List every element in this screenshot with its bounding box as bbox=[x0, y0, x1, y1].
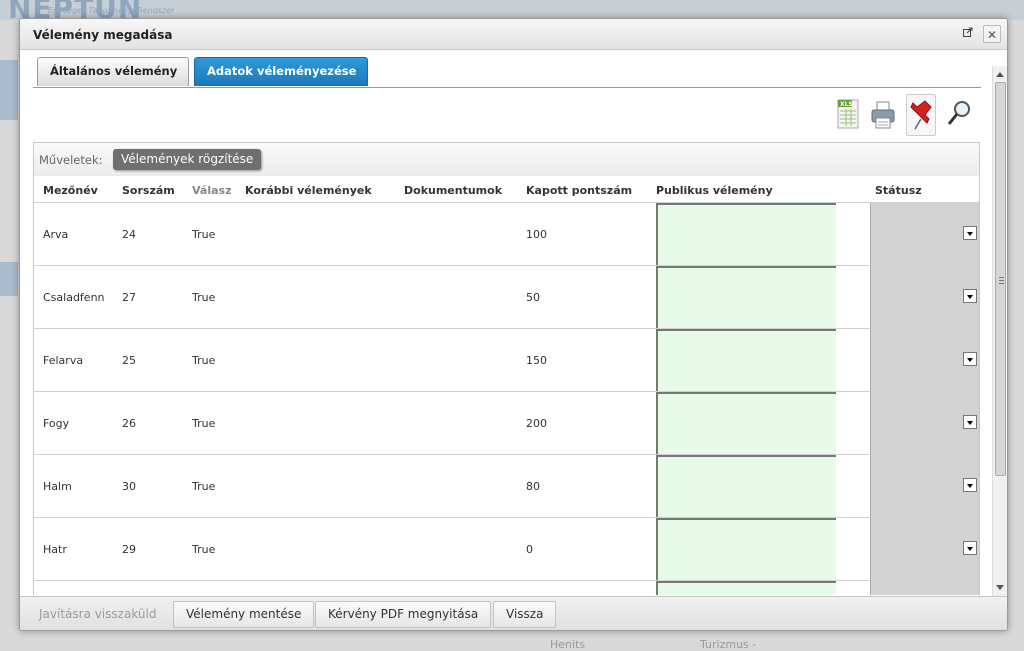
cell-field-name: Halm bbox=[43, 480, 72, 493]
operations-bar: Műveletek: Vélemények rögzítése bbox=[34, 143, 979, 176]
excel-export-icon[interactable]: XLS bbox=[833, 94, 863, 136]
scroll-up-icon[interactable] bbox=[996, 72, 1004, 77]
print-icon[interactable] bbox=[868, 94, 898, 136]
cell-field-name: Arva bbox=[43, 228, 69, 241]
cell-answer: True bbox=[192, 291, 216, 304]
cell-points: 0 bbox=[526, 543, 533, 556]
dialog-body: Általános vélemény Adatok véleményezése … bbox=[20, 50, 994, 595]
column-header-previous[interactable]: Korábbi vélemények bbox=[245, 184, 372, 197]
dialog-footer: Javításra visszaküld Vélemény mentése Ké… bbox=[20, 596, 1007, 630]
dropdown-arrow-icon[interactable] bbox=[963, 478, 977, 492]
neptun-logo-subtitle: Egységes Tanulmányi Rendszer bbox=[48, 6, 175, 15]
popout-icon[interactable] bbox=[959, 25, 977, 43]
table-row bbox=[34, 580, 979, 595]
status-select[interactable] bbox=[870, 518, 979, 580]
dropdown-arrow-icon[interactable] bbox=[963, 289, 977, 303]
cell-field-name: Fogy bbox=[43, 417, 70, 430]
status-select[interactable] bbox=[870, 329, 979, 391]
tab-divider bbox=[33, 87, 981, 88]
send-back-for-correction-button[interactable]: Javításra visszaküld bbox=[26, 601, 169, 628]
column-header-public-opinion[interactable]: Publikus vélemény bbox=[656, 184, 773, 197]
table-row: Hatr 29 True 0 bbox=[34, 517, 979, 580]
status-select[interactable] bbox=[870, 392, 979, 454]
column-header-status[interactable]: Státusz bbox=[875, 184, 922, 197]
background-sidebar-block bbox=[0, 262, 18, 296]
dialog-titlebar: Vélemény megadása ✕ bbox=[20, 19, 1007, 50]
back-button[interactable]: Vissza bbox=[493, 601, 557, 628]
tab-data-review[interactable]: Adatok véleményezése bbox=[194, 57, 368, 86]
cell-serial: 27 bbox=[122, 291, 136, 304]
pin-icon[interactable] bbox=[906, 94, 936, 136]
dialog-title: Vélemény megadása bbox=[33, 28, 173, 42]
cell-serial: 24 bbox=[122, 228, 136, 241]
dialog-scrollbar[interactable] bbox=[992, 66, 1007, 596]
cell-serial: 26 bbox=[122, 417, 136, 430]
table-row: Felarva 25 True 150 bbox=[34, 328, 979, 391]
search-icon[interactable] bbox=[944, 94, 974, 136]
cell-serial: 29 bbox=[122, 543, 136, 556]
public-opinion-input[interactable] bbox=[656, 329, 836, 391]
public-opinion-input[interactable] bbox=[656, 455, 836, 517]
open-pdf-button[interactable]: Kérvény PDF megnyitása bbox=[315, 601, 492, 628]
cell-serial: 30 bbox=[122, 480, 136, 493]
review-grid: Műveletek: Vélemények rögzítése Mezőnév … bbox=[33, 142, 980, 595]
background-header: NEPTUN Egységes Tanulmányi Rendszer bbox=[0, 0, 1024, 25]
status-select[interactable] bbox=[870, 455, 979, 517]
cell-serial: 25 bbox=[122, 354, 136, 367]
background-sidebar-block bbox=[0, 60, 18, 120]
table-row: Fogy 26 True 200 bbox=[34, 391, 979, 454]
public-opinion-input[interactable] bbox=[656, 581, 836, 595]
table-row: Arva 24 True 100 bbox=[34, 202, 979, 265]
cell-points: 200 bbox=[526, 417, 547, 430]
grid-header: Mezőnév Sorszám Válasz Korábbi véleménye… bbox=[34, 176, 979, 202]
cell-answer: True bbox=[192, 543, 216, 556]
svg-text:XLS: XLS bbox=[840, 101, 853, 108]
cell-answer: True bbox=[192, 354, 216, 367]
cell-answer: True bbox=[192, 417, 216, 430]
opinion-dialog: Vélemény megadása ✕ Általános vélemény A… bbox=[19, 18, 1008, 631]
operations-label: Műveletek: bbox=[39, 153, 103, 167]
cell-answer: True bbox=[192, 228, 216, 241]
cell-field-name: Hatr bbox=[43, 543, 67, 556]
column-header-documents[interactable]: Dokumentumok bbox=[404, 184, 502, 197]
scrollbar-thumb[interactable] bbox=[995, 82, 1006, 476]
public-opinion-input[interactable] bbox=[656, 203, 836, 265]
cell-points: 80 bbox=[526, 480, 540, 493]
column-header-serial[interactable]: Sorszám bbox=[122, 184, 175, 197]
background-bottom-row: Henits Turizmus - bbox=[0, 630, 1024, 651]
cell-points: 150 bbox=[526, 354, 547, 367]
close-icon[interactable]: ✕ bbox=[983, 25, 1001, 43]
column-header-field-name[interactable]: Mezőnév bbox=[43, 184, 98, 197]
public-opinion-input[interactable] bbox=[656, 518, 836, 580]
dropdown-arrow-icon[interactable] bbox=[963, 415, 977, 429]
tab-general-opinion[interactable]: Általános vélemény bbox=[37, 57, 189, 86]
table-row: Csaladfenn 27 True 50 bbox=[34, 265, 979, 328]
background-text: Henits bbox=[550, 638, 586, 651]
status-select[interactable] bbox=[870, 203, 979, 265]
column-header-answer[interactable]: Válasz bbox=[192, 184, 231, 197]
column-header-points[interactable]: Kapott pontszám bbox=[526, 184, 632, 197]
status-select[interactable] bbox=[870, 581, 979, 595]
record-opinions-button[interactable]: Vélemények rögzítése bbox=[113, 149, 262, 170]
public-opinion-input[interactable] bbox=[656, 266, 836, 328]
dropdown-arrow-icon[interactable] bbox=[963, 352, 977, 366]
status-select[interactable] bbox=[870, 266, 979, 328]
save-opinion-button[interactable]: Vélemény mentése bbox=[173, 601, 315, 628]
cell-answer: True bbox=[192, 480, 216, 493]
dropdown-arrow-icon[interactable] bbox=[963, 541, 977, 555]
cell-points: 100 bbox=[526, 228, 547, 241]
scroll-down-icon[interactable] bbox=[996, 585, 1004, 590]
cell-field-name: Csaladfenn bbox=[43, 291, 105, 304]
cell-field-name: Felarva bbox=[43, 354, 84, 367]
dropdown-arrow-icon[interactable] bbox=[963, 226, 977, 240]
cell-points: 50 bbox=[526, 291, 540, 304]
public-opinion-input[interactable] bbox=[656, 392, 836, 454]
background-text: Turizmus - bbox=[700, 638, 757, 651]
table-row: Halm 30 True 80 bbox=[34, 454, 979, 517]
